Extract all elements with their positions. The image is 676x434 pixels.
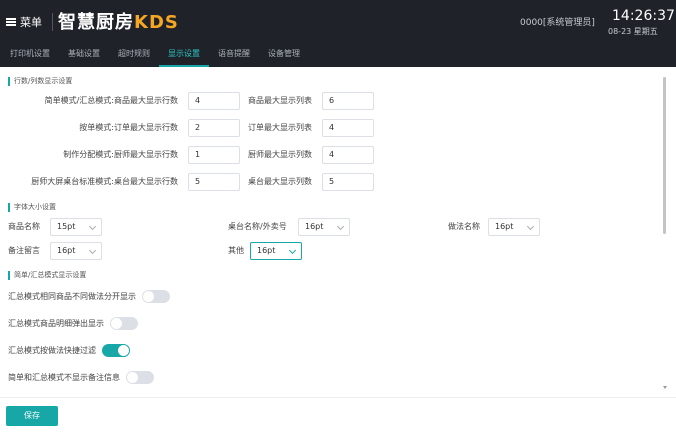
settings-tabs: 打印机设置 基础设置 超时规则 显示设置 语音提醒 设备管理: [0, 43, 676, 67]
remark-font-label: 备注留言: [8, 246, 40, 255]
switch-row-quick-filter: 汇总模式按做法快捷过滤: [8, 342, 130, 358]
chef-max-rows-input[interactable]: 1: [188, 146, 240, 164]
select-value: 16pt: [305, 222, 324, 231]
section-title-font: 字体大小设置: [8, 203, 56, 212]
switch-label: 汇总模式按做法快捷过滤: [8, 345, 96, 355]
toggle-knob: [111, 317, 122, 329]
header-divider: [52, 12, 53, 31]
max-cols-label: 订单最大显示列表: [248, 123, 312, 132]
select-value: 16pt: [57, 246, 76, 255]
method-name-font-label: 做法名称: [448, 222, 480, 231]
max-cols-label: 桌台最大显示列数: [248, 177, 312, 186]
switch-label: 汇总模式相同商品不同做法分开显示: [8, 291, 136, 301]
switch-row-split-methods: 汇总模式相同商品不同做法分开显示: [8, 288, 170, 304]
product-name-font-select[interactable]: 15pt: [50, 218, 102, 236]
tab-voice-reminder[interactable]: 语音提醒: [209, 43, 259, 67]
detail-popup-toggle[interactable]: [110, 316, 138, 330]
chevron-down-icon: [88, 222, 97, 231]
product-name-font-label: 商品名称: [8, 222, 40, 231]
max-rows-label: 订单最大显示行数: [114, 123, 178, 132]
footer-bar: 保存: [0, 397, 676, 434]
tab-device-management[interactable]: 设备管理: [259, 43, 309, 67]
brand-main: 智慧厨房: [58, 12, 134, 33]
max-cols-label: 商品最大显示列表: [248, 96, 312, 105]
mode-label: 按单模式:: [79, 123, 114, 132]
tab-printer-settings[interactable]: 打印机设置: [0, 43, 59, 67]
brand-suffix: KDS: [134, 12, 179, 33]
max-rows-label: 商品最大显示行数: [114, 96, 178, 105]
switch-label: 汇总模式商品明细弹出显示: [8, 318, 104, 328]
switch-row-detail-popup: 汇总模式商品明细弹出显示: [8, 315, 138, 331]
switch-row-hide-remarks: 简单和汇总模式不显示备注信息: [8, 369, 154, 385]
method-name-font-select[interactable]: 16pt: [488, 218, 540, 236]
menu-label: 菜单: [20, 15, 42, 29]
other-font-label: 其他: [228, 246, 244, 255]
product-max-cols-input[interactable]: 6: [322, 92, 374, 110]
section-title-rows: 行数/列数显示设置: [8, 77, 72, 86]
order-max-rows-input[interactable]: 2: [188, 119, 240, 137]
select-value: 16pt: [257, 246, 276, 255]
chevron-down-icon: [288, 246, 297, 255]
menu-button[interactable]: 菜单: [6, 12, 53, 31]
toggle-knob: [143, 290, 154, 302]
table-max-cols-input[interactable]: 5: [322, 173, 374, 191]
max-rows-label: 厨师最大显示行数: [114, 150, 178, 159]
table-name-font-label: 桌台名称/外卖号: [228, 222, 287, 231]
table-name-font-select[interactable]: 16pt: [298, 218, 350, 236]
toggle-knob: [127, 371, 138, 383]
remark-font-select[interactable]: 16pt: [50, 242, 102, 260]
tab-display-settings[interactable]: 显示设置: [159, 43, 209, 67]
chevron-down-icon: [336, 222, 345, 231]
section-title-summary: 简单/汇总模式显示设置: [8, 271, 86, 280]
app-header: 菜单 智慧厨房KDS 0000[系统管理员] 14:26:37 08-23 星期…: [0, 0, 676, 43]
table-max-rows-input[interactable]: 5: [188, 173, 240, 191]
clock-date: 08-23 星期五: [608, 27, 658, 36]
row-simple-summary: 简单模式/汇总模式: 商品最大显示行数 4 商品最大显示列表 6: [4, 92, 644, 110]
select-value: 15pt: [57, 222, 76, 231]
product-max-rows-input[interactable]: 4: [188, 92, 240, 110]
mode-label: 厨师大屏桌台标准模式:: [31, 177, 114, 186]
order-max-cols-input[interactable]: 4: [322, 119, 374, 137]
app-brand: 智慧厨房KDS: [58, 8, 179, 34]
chevron-down-icon: [526, 222, 535, 231]
max-cols-label: 厨师最大显示列数: [248, 150, 312, 159]
save-button[interactable]: 保存: [6, 406, 58, 426]
menu-icon: [6, 17, 16, 26]
max-rows-label: 桌台最大显示行数: [114, 177, 178, 186]
mode-label: 制作分配模式:: [63, 150, 114, 159]
select-value: 16pt: [495, 222, 514, 231]
row-assign-mode: 制作分配模式: 厨师最大显示行数 1 厨师最大显示列数 4: [4, 146, 644, 164]
current-user: 0000[系统管理员]: [520, 18, 595, 28]
mode-label: 简单模式/汇总模式:: [44, 96, 114, 105]
clock-time: 14:26:37: [612, 8, 675, 24]
settings-content: 行数/列数显示设置 简单模式/汇总模式: 商品最大显示行数 4 商品最大显示列表…: [4, 70, 668, 425]
tab-timeout-rules[interactable]: 超时规则: [109, 43, 159, 67]
quick-filter-toggle[interactable]: [102, 343, 130, 357]
scroll-down-icon[interactable]: [663, 386, 667, 389]
tab-basic-settings[interactable]: 基础设置: [59, 43, 109, 67]
row-chef-bigscreen: 厨师大屏桌台标准模式: 桌台最大显示行数 5 桌台最大显示列数 5: [4, 173, 644, 191]
vertical-scrollbar[interactable]: [663, 77, 666, 234]
chef-max-cols-input[interactable]: 4: [322, 146, 374, 164]
toggle-knob: [118, 344, 129, 356]
hide-remarks-toggle[interactable]: [126, 370, 154, 384]
split-methods-toggle[interactable]: [142, 289, 170, 303]
other-font-select[interactable]: 16pt: [250, 242, 302, 260]
chevron-down-icon: [88, 246, 97, 255]
switch-label: 简单和汇总模式不显示备注信息: [8, 372, 120, 382]
row-order-mode: 按单模式: 订单最大显示行数 2 订单最大显示列表 4: [4, 119, 644, 137]
